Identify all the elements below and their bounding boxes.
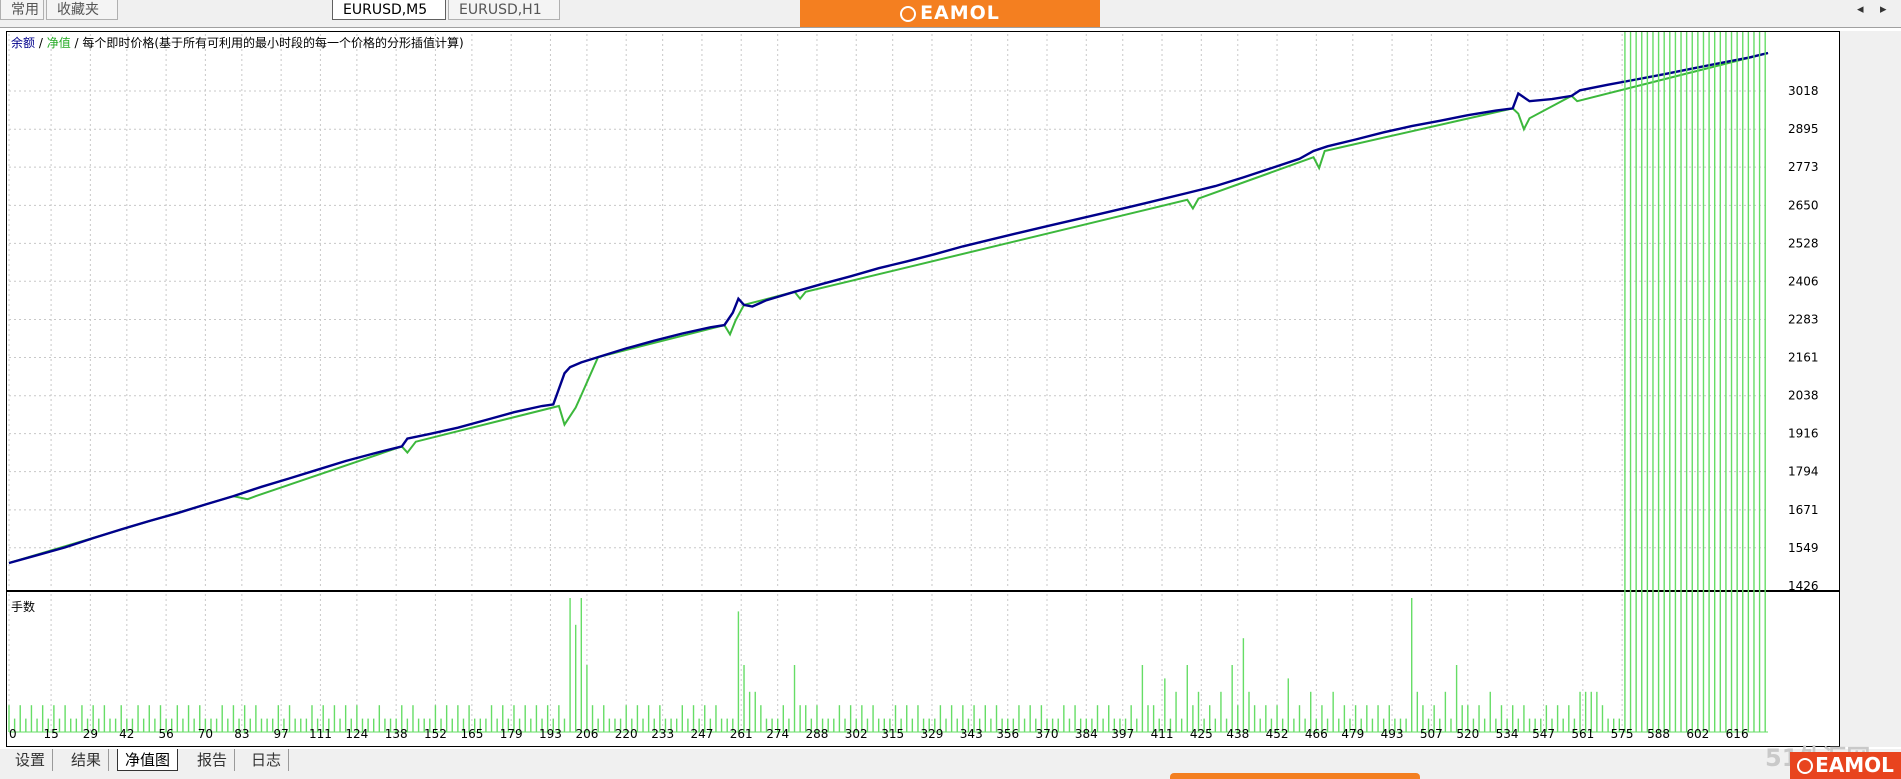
y-tick-label: 1916 bbox=[1788, 427, 1819, 441]
right-scroll-strip[interactable] bbox=[1840, 31, 1901, 747]
tab-report[interactable]: 报告 bbox=[190, 749, 236, 771]
x-tick-label: 29 bbox=[83, 727, 98, 741]
x-tick-label: 520 bbox=[1456, 727, 1479, 741]
y-tick-label: 2650 bbox=[1788, 198, 1819, 212]
y-tick-label: 2406 bbox=[1788, 274, 1819, 288]
y-tick-label: 2038 bbox=[1788, 389, 1819, 403]
tab-settings[interactable]: 设置 bbox=[8, 749, 54, 771]
legend-description: 每个即时价格(基于所有可利用的最小时段的每一个价格的分形插值计算) bbox=[82, 35, 463, 50]
x-tick-label: 575 bbox=[1611, 727, 1634, 741]
x-tick-label: 343 bbox=[960, 727, 983, 741]
x-tick-label: 384 bbox=[1075, 727, 1098, 741]
equity-chart-svg: 3018 2895 2773 2650 2528 2406 2283 2161 2038 1916… bbox=[7, 32, 1841, 748]
tab-journal[interactable]: 日志 bbox=[244, 749, 290, 771]
grid-layer bbox=[8, 34, 1768, 732]
x-tick-label: 493 bbox=[1381, 727, 1404, 741]
x-tick-label: 288 bbox=[806, 727, 829, 741]
x-tick-label: 561 bbox=[1571, 727, 1594, 741]
x-tick-label: 356 bbox=[996, 727, 1019, 741]
x-tick-label: 138 bbox=[385, 727, 408, 741]
y-tick-label: 1426 bbox=[1788, 579, 1819, 593]
chart-legend: 余额 / 净值 / 每个即时价格(基于所有可利用的最小时段的每一个价格的分形插值… bbox=[11, 35, 464, 50]
x-tick-label: 152 bbox=[424, 727, 447, 741]
brand-text: EAMOL bbox=[1815, 753, 1894, 777]
y-tick-label: 2283 bbox=[1788, 313, 1819, 327]
tab-equity-graph[interactable]: 净值图 bbox=[117, 749, 179, 771]
x-tick-label: 479 bbox=[1341, 727, 1364, 741]
x-tick-label: 56 bbox=[158, 727, 173, 741]
tab-results[interactable]: 结果 bbox=[64, 749, 110, 771]
x-tick-label: 179 bbox=[500, 727, 523, 741]
x-tick-label: 411 bbox=[1151, 727, 1174, 741]
x-tick-label: 466 bbox=[1305, 727, 1328, 741]
x-tick-label: 302 bbox=[845, 727, 868, 741]
x-tick-label: 616 bbox=[1726, 727, 1749, 741]
equity-chart: 3018 2895 2773 2650 2528 2406 2283 2161 2038 1916… bbox=[6, 31, 1841, 748]
x-tick-label: 507 bbox=[1420, 727, 1443, 741]
tab-common[interactable]: 常用 bbox=[0, 0, 44, 20]
x-tick-label: 425 bbox=[1190, 727, 1213, 741]
legend-equity: 净值 bbox=[47, 35, 71, 50]
x-tick-label: 397 bbox=[1111, 727, 1134, 741]
x-tick-label: 452 bbox=[1266, 727, 1289, 741]
x-tick-label: 534 bbox=[1496, 727, 1519, 741]
legend-separator: / bbox=[71, 36, 83, 50]
x-tick-label: 329 bbox=[921, 727, 944, 741]
legend-balance: 余额 bbox=[11, 35, 35, 50]
x-tick-label: 315 bbox=[881, 727, 904, 741]
y-tick-label: 1549 bbox=[1788, 541, 1819, 555]
y-tick-label: 2773 bbox=[1788, 160, 1819, 174]
tab-favorites[interactable]: 收藏夹 bbox=[46, 0, 118, 20]
bottom-tab-bar: 设置 结果 净值图 报告 日志 bbox=[0, 749, 1901, 779]
legend-separator: / bbox=[35, 36, 47, 50]
x-tick-label: 274 bbox=[766, 727, 789, 741]
bottom-banner-edge bbox=[1170, 773, 1420, 779]
x-tick-label: 261 bbox=[730, 727, 753, 741]
x-tick-label: 370 bbox=[1036, 727, 1059, 741]
bottom-brand-badge: EAMOL bbox=[1790, 752, 1901, 779]
y-tick-label: 1671 bbox=[1788, 503, 1819, 517]
brand-logo-icon bbox=[1797, 758, 1814, 774]
brand-logo-icon bbox=[900, 6, 917, 22]
scroll-left-icon[interactable]: ◂ bbox=[1857, 2, 1864, 17]
y-tick-label: 1794 bbox=[1788, 465, 1819, 479]
x-tick-label: 220 bbox=[615, 727, 638, 741]
x-tick-label: 15 bbox=[43, 727, 58, 741]
volume-panel-label: 手数 bbox=[11, 599, 35, 614]
x-tick-label: 438 bbox=[1226, 727, 1249, 741]
scroll-right-icon[interactable]: ▸ bbox=[1880, 2, 1887, 17]
y-tick-label: 2528 bbox=[1788, 236, 1819, 250]
x-tick-label: 83 bbox=[234, 727, 249, 741]
volume-panel bbox=[8, 32, 1768, 733]
brand-banner: EAMOL bbox=[800, 0, 1100, 27]
top-tab-bar: 常用 收藏夹 EURUSD,M5 EURUSD,H1 EAMOL ◂ ▸ bbox=[0, 0, 1901, 28]
x-tick-label: 233 bbox=[651, 727, 674, 741]
x-tick-label: 588 bbox=[1647, 727, 1670, 741]
brand-text: EAMOL bbox=[920, 2, 1000, 24]
x-tick-label: 247 bbox=[690, 727, 713, 741]
x-tick-label: 206 bbox=[575, 727, 598, 741]
x-tick-label: 165 bbox=[460, 727, 483, 741]
x-tick-label: 97 bbox=[273, 727, 288, 741]
x-tick-label: 602 bbox=[1686, 727, 1709, 741]
y-tick-label: 2161 bbox=[1788, 350, 1819, 364]
x-tick-label: 42 bbox=[119, 727, 134, 741]
x-tick-label: 0 bbox=[9, 727, 17, 741]
y-tick-label: 3018 bbox=[1788, 84, 1819, 98]
x-tick-label: 111 bbox=[309, 727, 332, 741]
tab-eurusd-h1[interactable]: EURUSD,H1 bbox=[448, 0, 560, 20]
tab-eurusd-m5[interactable]: EURUSD,M5 bbox=[332, 0, 446, 20]
x-tick-label: 193 bbox=[539, 727, 562, 741]
x-tick-label: 124 bbox=[345, 727, 368, 741]
x-tick-label: 70 bbox=[198, 727, 213, 741]
y-tick-label: 2895 bbox=[1788, 122, 1819, 136]
x-tick-label: 547 bbox=[1532, 727, 1555, 741]
y-axis: 3018 2895 2773 2650 2528 2406 2283 2161 2038 1916… bbox=[1788, 84, 1841, 593]
